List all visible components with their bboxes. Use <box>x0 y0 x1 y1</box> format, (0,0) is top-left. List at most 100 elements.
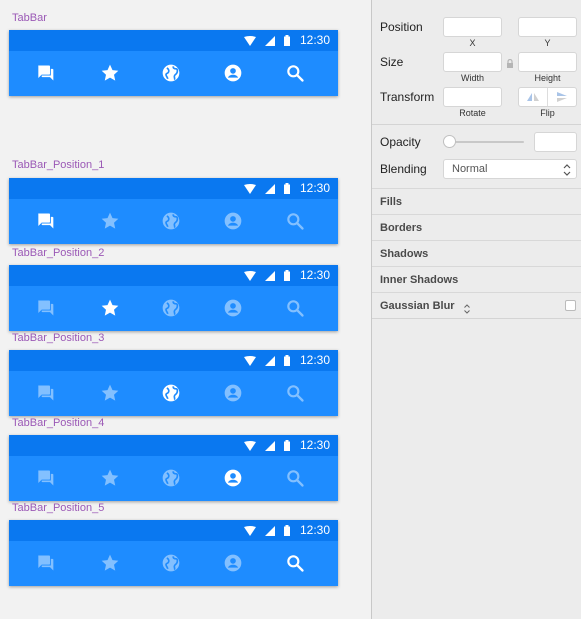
artboard-label[interactable]: TabBar_Position_5 <box>12 502 104 514</box>
section-title: Gaussian Blur <box>380 300 455 312</box>
chat-icon[interactable] <box>34 552 56 574</box>
chat-icon[interactable] <box>34 297 56 319</box>
search-icon[interactable] <box>284 210 306 232</box>
flip-buttons <box>518 87 577 107</box>
wifi-icon <box>244 525 256 536</box>
rotate-field[interactable] <box>443 87 502 107</box>
height-field[interactable] <box>518 52 577 72</box>
section-title: Borders <box>380 222 423 234</box>
section-title: Fills <box>380 196 403 208</box>
chat-icon[interactable] <box>34 382 56 404</box>
height-label: Height <box>534 73 561 83</box>
star-icon[interactable] <box>99 382 121 404</box>
artboard-label[interactable]: TabBar_Position_4 <box>12 417 104 429</box>
status-bar: 12:30 <box>9 265 338 286</box>
tabbar-artboard[interactable]: 12:30 <box>9 178 338 244</box>
wifi-icon <box>244 35 256 46</box>
flip-vertical-icon[interactable] <box>548 88 576 106</box>
artboard-label[interactable]: TabBar_Position_3 <box>12 332 104 344</box>
star-icon[interactable] <box>99 210 121 232</box>
battery-icon <box>284 183 290 194</box>
chat-icon[interactable] <box>34 467 56 489</box>
tabbar-artboard[interactable]: 12:30 <box>9 350 338 416</box>
search-icon[interactable] <box>284 62 306 84</box>
position-y-field[interactable] <box>518 17 577 37</box>
signal-icon <box>265 440 275 451</box>
star-icon[interactable] <box>99 467 121 489</box>
position-x-field[interactable] <box>443 17 502 37</box>
artboard-label[interactable]: TabBar <box>12 12 47 24</box>
opacity-label: Opacity <box>380 135 421 149</box>
tabbar-artboard[interactable]: 12:30 <box>9 30 338 96</box>
section-gaussian-blur[interactable]: Gaussian Blur <box>372 292 581 318</box>
tabbar-artboard[interactable]: 12:30 <box>9 435 338 501</box>
account-icon[interactable] <box>222 467 244 489</box>
globe-icon[interactable] <box>160 552 182 574</box>
star-icon[interactable] <box>99 62 121 84</box>
tab-row <box>9 541 338 586</box>
status-icons <box>244 355 290 366</box>
chat-icon[interactable] <box>34 62 56 84</box>
section-borders[interactable]: Borders <box>372 214 581 240</box>
status-time: 12:30 <box>299 353 330 367</box>
status-icons <box>244 35 290 46</box>
battery-icon <box>284 35 290 46</box>
opacity-slider-handle[interactable] <box>443 135 456 148</box>
search-icon[interactable] <box>284 552 306 574</box>
tab-row <box>9 371 338 416</box>
tab-row <box>9 286 338 331</box>
wifi-icon <box>244 440 256 451</box>
chat-icon[interactable] <box>34 210 56 232</box>
account-icon[interactable] <box>222 382 244 404</box>
status-icons <box>244 440 290 451</box>
divider <box>372 124 581 125</box>
status-icons <box>244 525 290 536</box>
search-icon[interactable] <box>284 467 306 489</box>
artboard-label[interactable]: TabBar_Position_2 <box>12 247 104 259</box>
chevron-updown-icon <box>563 163 571 181</box>
signal-icon <box>265 270 275 281</box>
wifi-icon <box>244 270 256 281</box>
blending-label: Blending <box>380 162 427 176</box>
status-time: 12:30 <box>299 33 330 47</box>
blending-select[interactable]: Normal <box>443 159 577 179</box>
opacity-field[interactable] <box>534 132 577 152</box>
status-time: 12:30 <box>299 523 330 537</box>
status-bar: 12:30 <box>9 178 338 199</box>
status-bar: 12:30 <box>9 350 338 371</box>
account-icon[interactable] <box>222 552 244 574</box>
globe-icon[interactable] <box>160 382 182 404</box>
section-fills[interactable]: Fills <box>372 188 581 214</box>
status-bar: 12:30 <box>9 435 338 456</box>
flip-label: Flip <box>540 108 555 118</box>
width-field[interactable] <box>443 52 502 72</box>
globe-icon[interactable] <box>160 210 182 232</box>
canvas[interactable]: TabBar 12:30 TabBar_Position_1 12:30 TabBar_… <box>0 0 371 619</box>
globe-icon[interactable] <box>160 297 182 319</box>
flip-horizontal-icon[interactable] <box>519 88 548 106</box>
search-icon[interactable] <box>284 382 306 404</box>
globe-icon[interactable] <box>160 467 182 489</box>
rotate-label: Rotate <box>459 108 486 118</box>
artboard-label[interactable]: TabBar_Position_1 <box>12 159 104 171</box>
tabbar-artboard[interactable]: 12:30 <box>9 520 338 586</box>
star-icon[interactable] <box>99 552 121 574</box>
status-icons <box>244 183 290 194</box>
position-label: Position <box>380 20 423 34</box>
signal-icon <box>265 35 275 46</box>
chevron-updown-icon[interactable] <box>464 301 470 319</box>
account-icon[interactable] <box>222 62 244 84</box>
blur-checkbox[interactable] <box>565 300 576 311</box>
tab-row <box>9 199 338 244</box>
search-icon[interactable] <box>284 297 306 319</box>
star-icon[interactable] <box>99 297 121 319</box>
tab-row <box>9 456 338 501</box>
globe-icon[interactable] <box>160 62 182 84</box>
account-icon[interactable] <box>222 210 244 232</box>
tab-row <box>9 51 338 96</box>
section-shadows[interactable]: Shadows <box>372 240 581 266</box>
tabbar-artboard[interactable]: 12:30 <box>9 265 338 331</box>
account-icon[interactable] <box>222 297 244 319</box>
lock-icon[interactable] <box>506 56 514 68</box>
section-inner-shadows[interactable]: Inner Shadows <box>372 266 581 292</box>
